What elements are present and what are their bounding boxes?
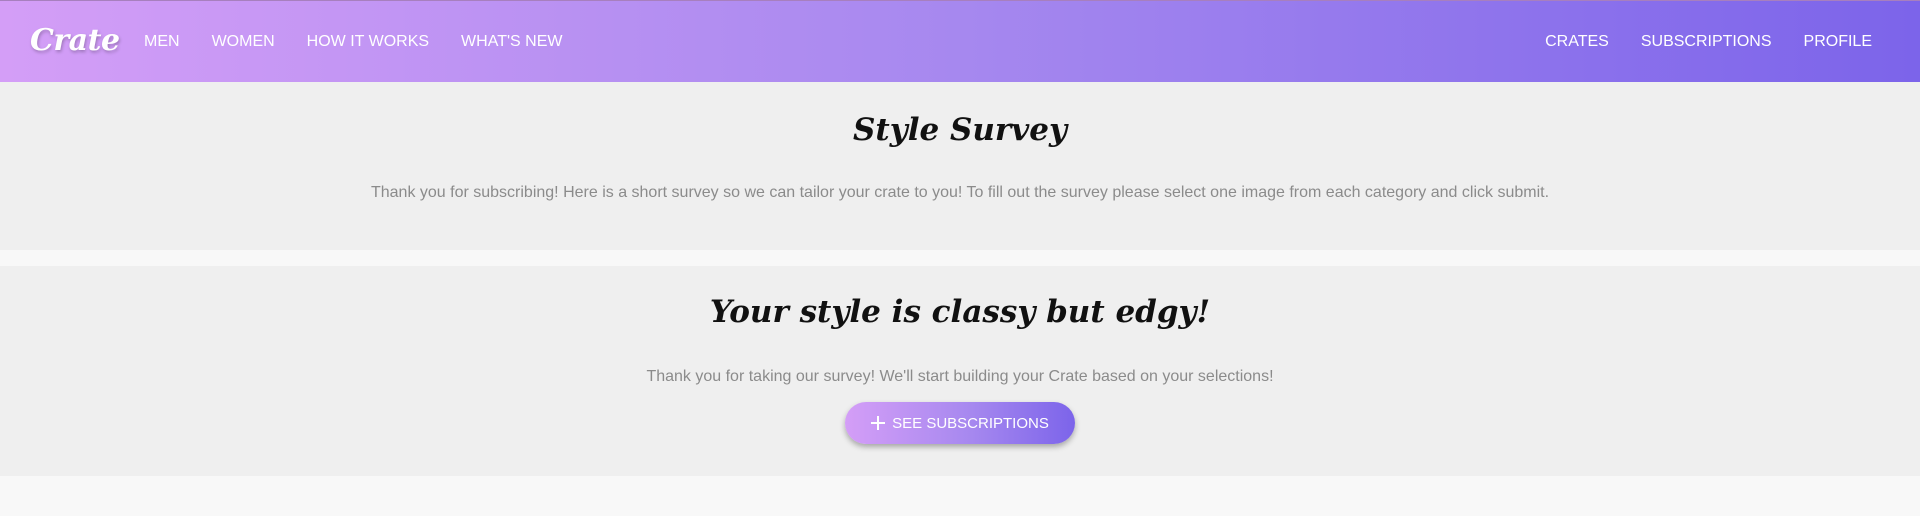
nav-link-whats-new[interactable]: WHAT'S NEW (445, 1, 578, 83)
nav-link-how-it-works[interactable]: HOW IT WORKS (291, 1, 445, 83)
page-title: Style Survey (852, 112, 1068, 148)
nav-left-links: MEN WOMEN HOW IT WORKS WHAT'S NEW (128, 1, 578, 83)
nav-link-subscriptions[interactable]: SUBSCRIPTIONS (1625, 1, 1788, 83)
nav-link-men[interactable]: MEN (128, 1, 196, 83)
nav-link-women[interactable]: WOMEN (196, 1, 291, 83)
top-navbar: Crate MEN WOMEN HOW IT WORKS WHAT'S NEW … (0, 0, 1920, 82)
survey-result-section: Your style is classy but edgy! Thank you… (0, 266, 1920, 476)
survey-intro-section: Style Survey Thank you for subscribing! … (0, 82, 1920, 250)
brand-logo[interactable]: Crate (30, 23, 120, 58)
see-subscriptions-label: SEE SUBSCRIPTIONS (892, 414, 1049, 432)
plus-icon (871, 416, 886, 430)
see-subscriptions-button[interactable]: SEE SUBSCRIPTIONS (845, 402, 1075, 444)
survey-intro-description: Thank you for subscribing! Here is a sho… (370, 184, 1550, 201)
nav-right-links: CRATES SUBSCRIPTIONS PROFILE (1529, 1, 1888, 83)
result-description: Thank you for taking our survey! We'll s… (646, 368, 1274, 385)
result-title: Your style is classy but edgy! (709, 294, 1211, 330)
nav-link-crates[interactable]: CRATES (1529, 1, 1625, 83)
nav-link-profile[interactable]: PROFILE (1788, 1, 1888, 83)
